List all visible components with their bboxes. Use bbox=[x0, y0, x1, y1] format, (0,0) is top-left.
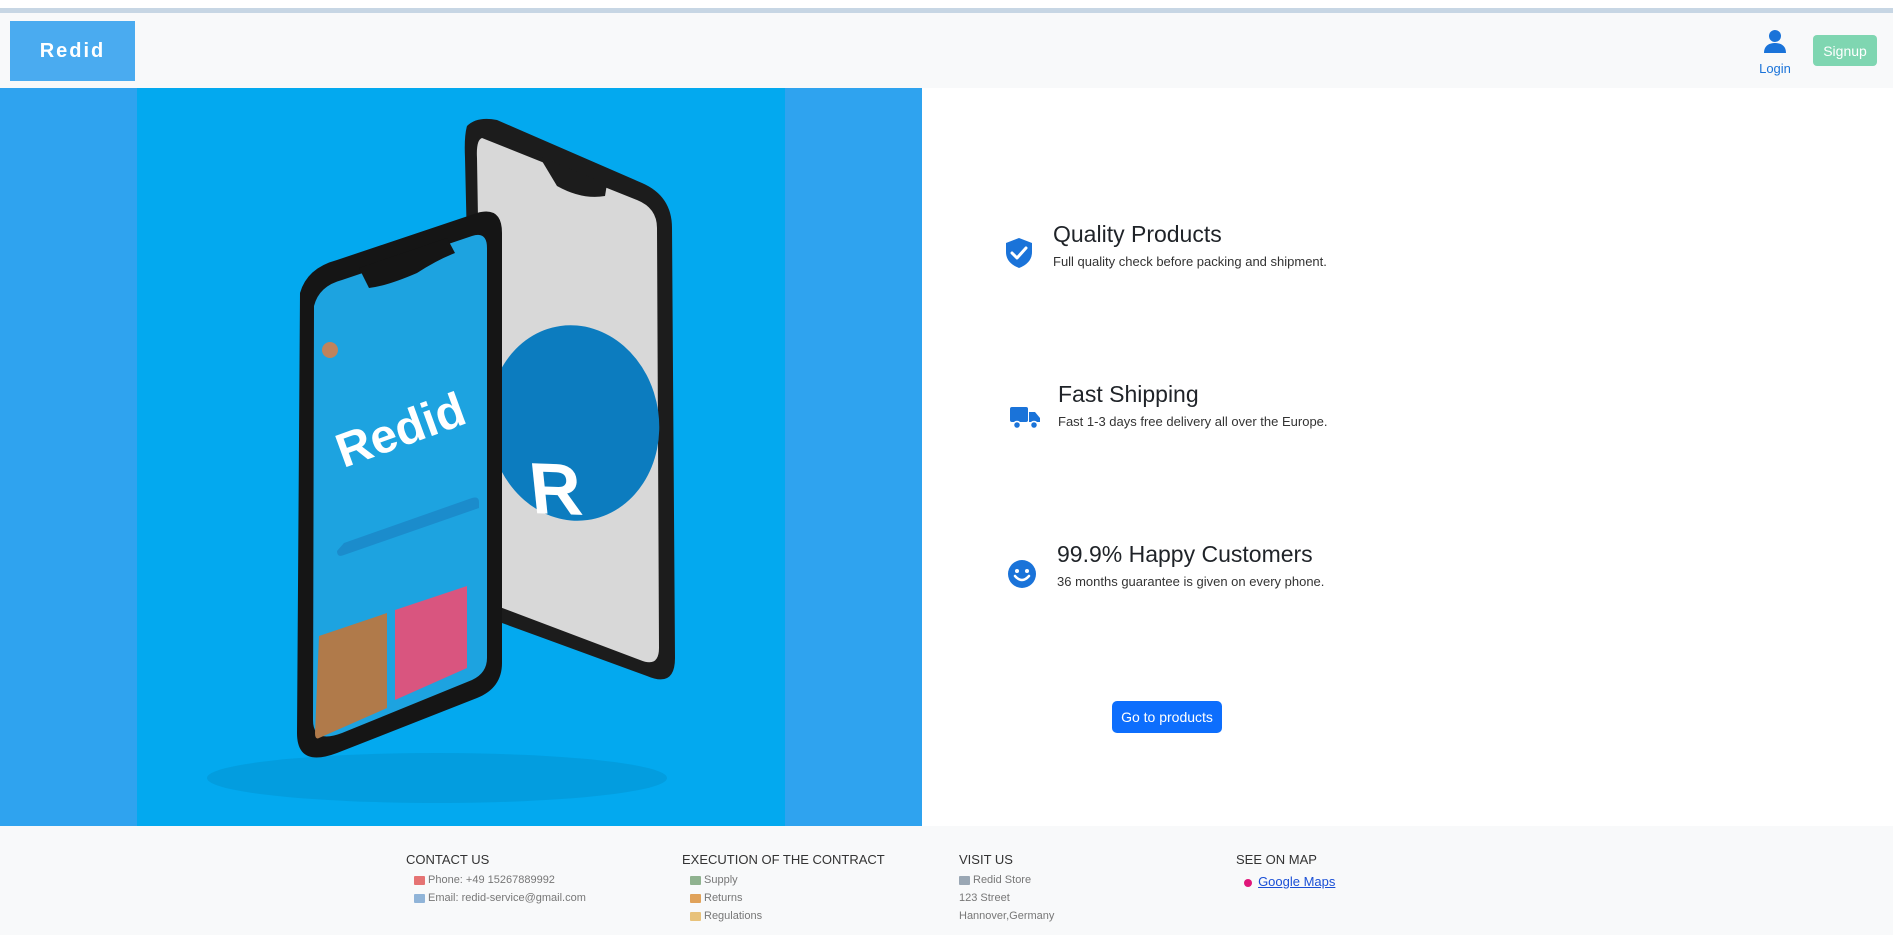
signup-button[interactable]: Signup bbox=[1813, 35, 1877, 66]
footer: CONTACT US Phone: +49 15267889992 Email:… bbox=[0, 826, 1893, 935]
phone-logo-letter: R bbox=[526, 449, 586, 531]
brand-name: Redid bbox=[39, 39, 106, 62]
footer-heading: EXECUTION OF THE CONTRACT bbox=[682, 852, 885, 867]
front-phone: Redid bbox=[297, 211, 502, 758]
hero-banner: R Redid bbox=[0, 88, 922, 826]
footer-contact: CONTACT US Phone: +49 15267889992 Email:… bbox=[406, 852, 586, 907]
box-icon bbox=[690, 893, 701, 903]
feature-shipping: Fast Shipping Fast 1-3 days free deliver… bbox=[1058, 381, 1328, 429]
shield-check-icon bbox=[1006, 238, 1032, 268]
feature-happy-customers: 99.9% Happy Customers 36 months guarante… bbox=[1057, 541, 1324, 589]
building-icon bbox=[959, 875, 970, 885]
mail-icon bbox=[414, 893, 425, 903]
map-pin-icon bbox=[1244, 879, 1252, 888]
footer-email: Email: redid-service@gmail.com bbox=[406, 889, 586, 907]
brand-logo[interactable]: Redid bbox=[10, 21, 135, 81]
feature-desc: 36 months guarantee is given on every ph… bbox=[1057, 574, 1325, 589]
go-to-products-button[interactable]: Go to products bbox=[1112, 701, 1222, 733]
feature-desc: Full quality check before packing and sh… bbox=[1053, 254, 1327, 269]
footer-address-line: Hannover,Germany bbox=[959, 910, 1055, 922]
feature-desc: Fast 1-3 days free delivery all over the… bbox=[1058, 414, 1328, 429]
scroll-icon bbox=[690, 911, 701, 921]
footer-heading: VISIT US bbox=[959, 852, 1013, 867]
footer-contract: EXECUTION OF THE CONTRACT Supply Returns… bbox=[682, 852, 885, 925]
footer-phone: Phone: +49 15267889992 bbox=[406, 871, 586, 889]
phone-icon bbox=[414, 875, 425, 885]
footer-heading: SEE ON MAP bbox=[1236, 852, 1317, 867]
footer-map-row: Google Maps bbox=[1236, 871, 1335, 893]
footer-map: SEE ON MAP Google Maps bbox=[1236, 852, 1335, 893]
footer-heading: CONTACT US bbox=[406, 852, 490, 867]
login-label: Login bbox=[1759, 61, 1791, 76]
footer-address-line: 123 Street bbox=[959, 892, 1010, 904]
login-button[interactable]: Login bbox=[1755, 28, 1795, 76]
navbar: Redid Login Signup bbox=[0, 13, 1893, 88]
feature-quality: Quality Products Full quality check befo… bbox=[1053, 221, 1327, 269]
feature-title: 99.9% Happy Customers bbox=[1057, 541, 1313, 567]
footer-visit: VISIT US Redid Store 123 Street Hannover… bbox=[959, 852, 1054, 925]
feature-title: Quality Products bbox=[1053, 221, 1222, 247]
truck-small-icon bbox=[690, 875, 701, 885]
user-icon bbox=[1764, 30, 1786, 53]
footer-address-line: Redid Store bbox=[959, 871, 1054, 889]
feature-title: Fast Shipping bbox=[1058, 381, 1199, 407]
google-maps-link[interactable]: Google Maps bbox=[1258, 874, 1335, 889]
footer-link-regulations[interactable]: Regulations bbox=[682, 907, 885, 925]
hero-image: R Redid bbox=[137, 88, 785, 826]
truck-icon bbox=[1010, 407, 1040, 430]
phones-illustration: R Redid bbox=[207, 118, 675, 803]
footer-link-supply[interactable]: Supply bbox=[682, 871, 885, 889]
footer-link-returns[interactable]: Returns bbox=[682, 889, 885, 907]
smile-icon bbox=[1008, 560, 1036, 588]
